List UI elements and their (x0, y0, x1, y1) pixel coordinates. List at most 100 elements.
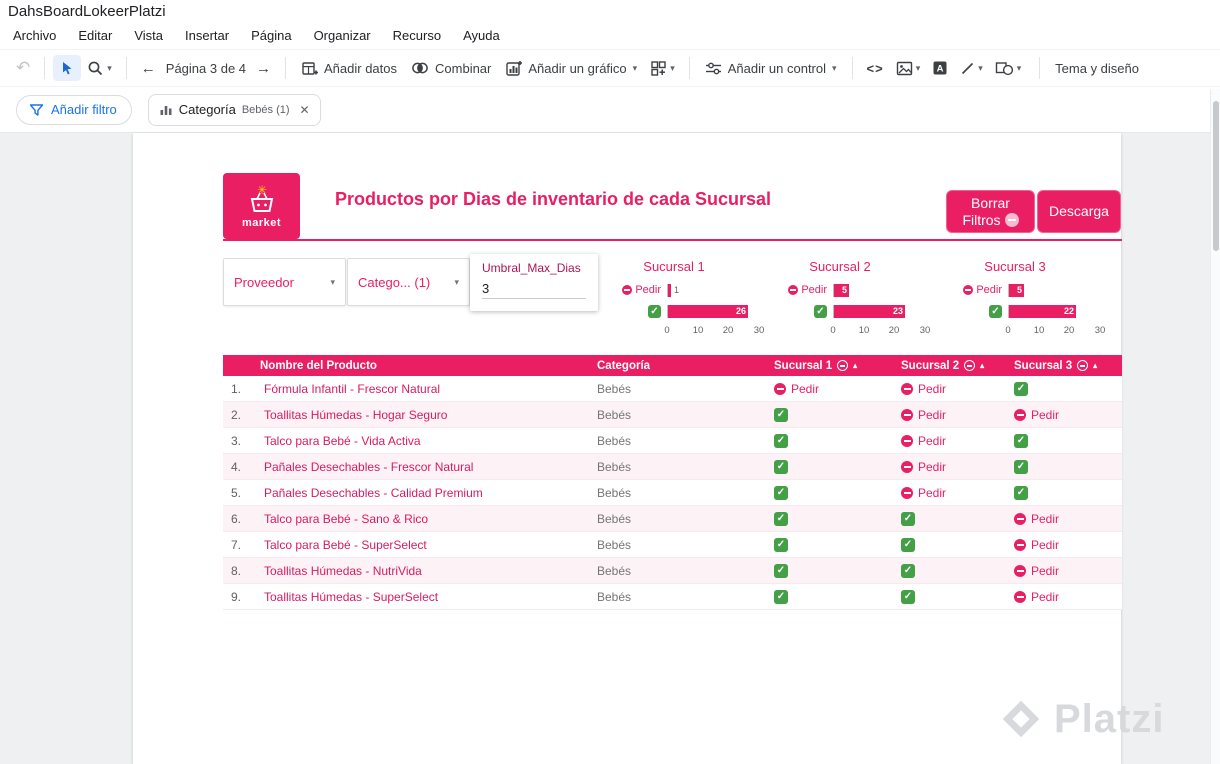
check-icon: ✓ (901, 537, 915, 552)
menu-editar[interactable]: Editar (67, 24, 123, 47)
platzi-logo-icon (1002, 700, 1040, 738)
table-row[interactable]: 5. Pañales Desechables - Calidad Premium… (223, 480, 1122, 506)
text-tool-button[interactable]: A (926, 55, 954, 81)
ok-bar: 23 (834, 304, 905, 318)
product-name-cell: Talco para Bebé - SuperSelect (264, 537, 427, 552)
menu-organizar[interactable]: Organizar (303, 24, 382, 47)
add-filter-button[interactable]: Añadir filtro (16, 94, 132, 125)
embed-url-button[interactable]: <> (861, 56, 890, 81)
community-viz-icon (651, 60, 666, 76)
table-header: Nombre del Producto Categoría Sucursal 1… (223, 355, 1122, 376)
check-icon: ✓ (648, 304, 661, 318)
ok-legend: ✓ (785, 304, 833, 318)
column-header-sucursal-2[interactable]: Sucursal 2 ▴ (897, 360, 1010, 372)
pedir-legend-label: Pedir (801, 284, 827, 296)
pedir-status: Pedir (901, 382, 946, 396)
table-row[interactable]: 3. Talco para Bebé - Vida Activa Bebés ✓… (223, 428, 1122, 454)
check-icon: ✓ (1014, 433, 1028, 448)
pedir-bar: 1 (668, 283, 679, 297)
menu-pagina[interactable]: Página (240, 24, 302, 47)
prev-page-button[interactable]: ← (135, 55, 162, 82)
check-icon: ✓ (774, 537, 788, 552)
arrow-left-icon: ← (140, 59, 156, 77)
provider-filter-control[interactable]: Proveedor ▾ (223, 258, 346, 306)
category-filter-chip[interactable]: Categoría Bebés (1) ✕ (147, 93, 321, 126)
row-index: 4. (231, 459, 242, 474)
chevron-down-icon: ▾ (1016, 62, 1022, 73)
sucursal-2-cell: Pedir (897, 408, 1010, 422)
pedir-legend: Pedir (960, 284, 1008, 296)
table-row[interactable]: 8. Toallitas Húmedas - NutriVida Bebés ✓… (223, 558, 1122, 584)
ok-value: 23 (892, 306, 903, 316)
scrollbar-thumb[interactable] (1213, 101, 1219, 251)
column-header-product[interactable]: Nombre del Producto (260, 360, 593, 372)
zoom-tool-button[interactable]: ▾ (81, 55, 118, 82)
minus-circle-icon (1014, 512, 1026, 525)
blend-button[interactable]: Combinar (404, 55, 498, 82)
pedir-bar: 5 (834, 283, 849, 297)
line-tool-button[interactable]: ▾ (954, 56, 989, 81)
select-tool-button[interactable] (53, 55, 82, 81)
document-title[interactable]: DahsBoardLokeerPlatzi (8, 3, 166, 20)
community-visualizations-button[interactable]: ▾ (644, 55, 681, 82)
threshold-input[interactable]: 3 (482, 281, 586, 299)
clear-filters-button[interactable]: Borrar Filtros (946, 190, 1035, 233)
canvas: ✳ market Productos por Dias de inventari… (0, 133, 1210, 764)
filter-funnel-icon (29, 103, 44, 116)
theme-layout-button[interactable]: Tema y diseño (1048, 55, 1146, 82)
toolbar-separator (688, 57, 690, 79)
table-row[interactable]: 9. Toallitas Húmedas - SuperSelect Bebés… (223, 584, 1122, 610)
sucursal-3-cell: Pedir (1010, 564, 1122, 578)
axis-tick: 10 (692, 325, 704, 336)
table-row[interactable]: 4. Pañales Desechables - Frescor Natural… (223, 454, 1122, 480)
charts-row: Sucursal 1 Pedir 1 ✓ 26 0 10 20 30 Sucursal… (619, 259, 1122, 354)
toolbar-separator (1039, 57, 1041, 79)
mini-bar-chart-sucursal-1[interactable]: Sucursal 1 Pedir 1 ✓ 26 0 10 20 30 (619, 259, 769, 337)
basket-icon: ✳ (250, 183, 273, 212)
next-page-button[interactable]: → (250, 55, 277, 82)
add-data-label: Añadir datos (324, 60, 398, 76)
chevron-down-icon: ▾ (632, 62, 638, 73)
menu-vista[interactable]: Vista (123, 24, 174, 47)
sort-asc-icon: ▴ (853, 361, 858, 370)
category-cell: Bebés (597, 589, 632, 604)
bar-chart-icon (160, 105, 172, 115)
column-header-category[interactable]: Categoría (593, 360, 770, 372)
minus-circle-icon (1014, 564, 1026, 577)
sucursal-1-cell: Pedir (770, 382, 897, 396)
undo-button[interactable]: ↶ (10, 53, 36, 83)
code-icon: <> (866, 60, 884, 76)
shape-tool-button[interactable]: ▾ (989, 56, 1028, 81)
table-row[interactable]: 2. Toallitas Húmedas - Hogar Seguro Bebé… (223, 402, 1122, 428)
vertical-scrollbar[interactable] (1210, 89, 1220, 764)
product-name-cell: Toallitas Húmedas - Hogar Seguro (264, 407, 448, 422)
menu-recurso[interactable]: Recurso (382, 24, 452, 47)
menu-ayuda[interactable]: Ayuda (452, 24, 511, 47)
minus-circle-icon (788, 285, 799, 295)
column-header-sucursal-3[interactable]: Sucursal 3 ▴ (1010, 360, 1122, 372)
threshold-control[interactable]: Umbral_Max_Dias 3 (470, 254, 598, 311)
add-chart-button[interactable]: Añadir un gráfico ▾ (498, 54, 644, 83)
blend-label: Combinar (435, 60, 492, 76)
table-row[interactable]: 7. Talco para Bebé - SuperSelect Bebés ✓… (223, 532, 1122, 558)
download-button[interactable]: Descarga (1037, 190, 1121, 233)
close-icon[interactable]: ✕ (300, 103, 310, 117)
column-header-sucursal-1[interactable]: Sucursal 1 ▴ (770, 360, 897, 372)
mini-bar-chart-sucursal-2[interactable]: Sucursal 2 Pedir 5 ✓ 23 0 10 20 30 (785, 259, 935, 337)
minus-circle-icon (901, 408, 913, 421)
menu-insertar[interactable]: Insertar (174, 24, 240, 47)
check-icon: ✓ (1014, 485, 1028, 500)
platzi-watermark: Platzi (998, 696, 1164, 742)
category-filter-control[interactable]: Catego... (1) ▾ (347, 258, 470, 306)
image-tool-button[interactable]: ▾ (890, 56, 927, 81)
pedir-bar-track: 5 (1008, 283, 1100, 297)
table-row[interactable]: 1. Fórmula Infantil - Frescor Natural Be… (223, 376, 1122, 402)
mini-bar-chart-sucursal-3[interactable]: Sucursal 3 Pedir 5 ✓ 22 0 10 20 30 (960, 259, 1110, 337)
ok-bar: 26 (668, 304, 748, 318)
pedir-status: Pedir (1014, 512, 1059, 526)
table-row[interactable]: 6. Talco para Bebé - Sano & Rico Bebés ✓… (223, 506, 1122, 532)
product-name-cell: Pañales Desechables - Frescor Natural (264, 459, 474, 474)
add-data-button[interactable]: Añadir datos (294, 54, 404, 83)
menu-archivo[interactable]: Archivo (2, 24, 67, 47)
add-control-button[interactable]: Añadir un control ▾ (698, 55, 844, 82)
